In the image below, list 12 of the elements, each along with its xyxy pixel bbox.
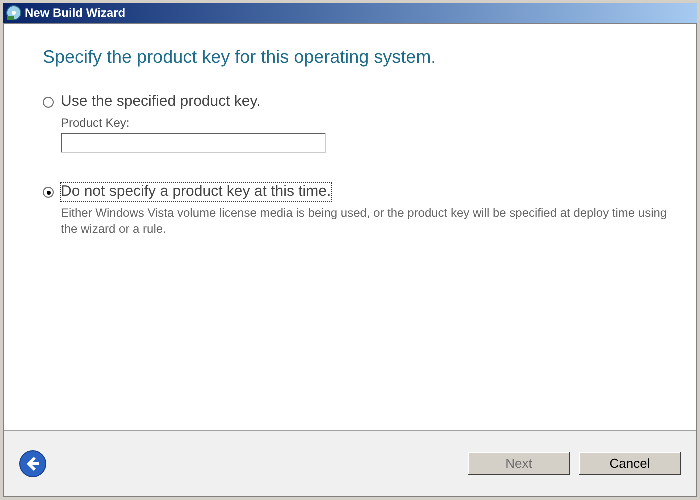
option-description: Either Windows Vista volume license media is being used, or the product key will be specified at deploy time using the wizard or a rule. xyxy=(61,205,668,237)
radio-button[interactable] xyxy=(43,97,54,108)
window-title: New Build Wizard xyxy=(25,5,126,22)
page-heading: Specify the product key for this operating system. xyxy=(43,46,438,69)
back-icon[interactable] xyxy=(19,450,47,478)
disc-icon xyxy=(6,5,22,21)
option-label[interactable]: Use the specified product key. xyxy=(61,93,261,111)
option-label[interactable]: Do not specify a product key at this time. xyxy=(61,183,332,201)
field-label: Product Key: xyxy=(61,115,131,132)
cancel-button[interactable]: Cancel xyxy=(579,452,681,475)
product-key-field[interactable] xyxy=(61,133,326,153)
radio-button[interactable] xyxy=(43,187,54,198)
